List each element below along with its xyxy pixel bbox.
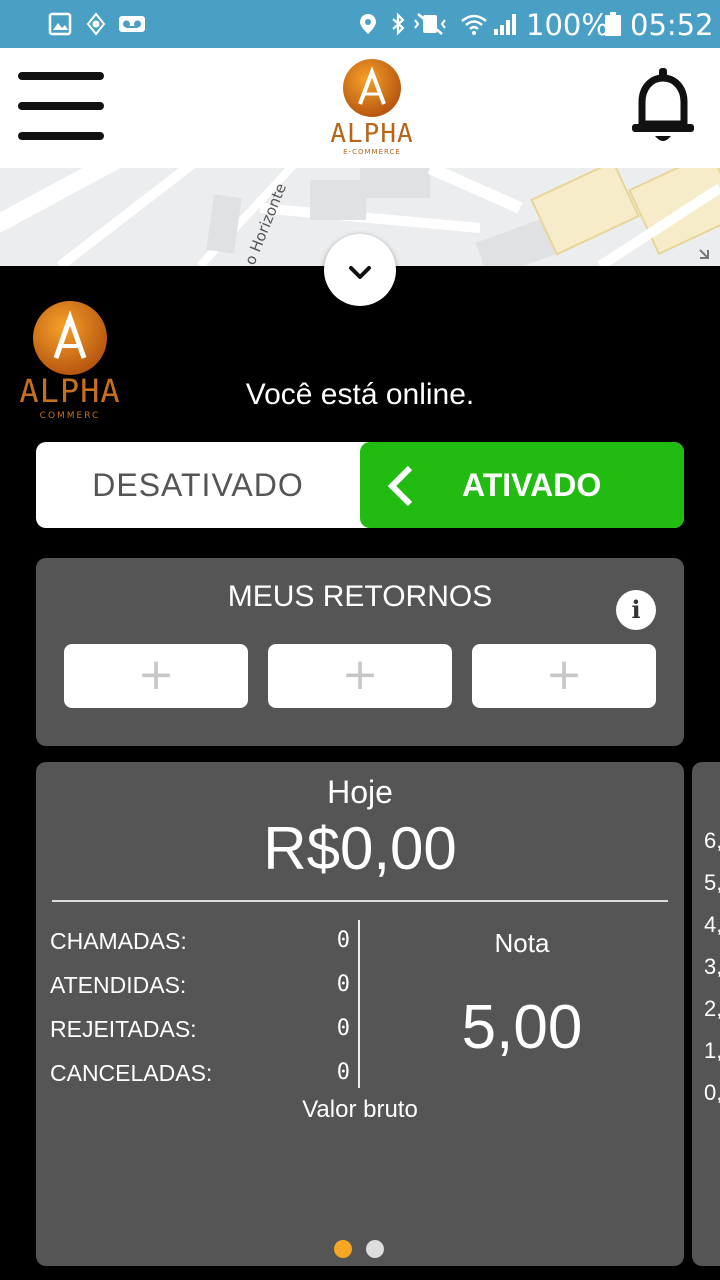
app-header: ALPHA E-COMMERCE [0,48,720,168]
pager-dot-active[interactable] [334,1240,352,1258]
divider [52,900,668,902]
returns-card: MEUS RETORNOS i + + + [36,558,684,746]
vertical-divider [358,920,360,1088]
axis-label: 0, [704,1080,720,1105]
stat-value: 0 [336,972,350,997]
hamburger-line [18,72,104,80]
signal-icon [494,14,516,35]
stat-label: CANCELADAS: [50,1060,213,1086]
next-card-peek[interactable]: 6, 5, 4, 3, 2, 1, 0, [692,762,720,1266]
wifi-icon [461,14,487,35]
today-title: Hoje [327,774,393,810]
rating-label: Nota [494,928,550,958]
stat-value: 0 [336,1016,350,1041]
menu-button[interactable] [18,70,104,144]
stat-label: ATENDIDAS: [50,972,187,998]
clock: 05:52 [630,8,714,42]
stat-value: 0 [336,928,350,953]
status-bar: 100% 05:52 [0,0,720,48]
axis-label: 1, [704,1038,720,1063]
hamburger-line [18,102,104,110]
location-pin-icon [360,14,376,34]
returns-title: MEUS RETORNOS [227,580,493,613]
logo-text: ALPHA [330,119,413,149]
stat-row-answered: ATENDIDAS: 0 [50,972,350,1012]
collapse-panel-button[interactable] [324,234,396,306]
axis-label: 5, [704,870,720,895]
today-amount: R$0,00 [263,815,457,882]
gallery-icon [48,12,72,36]
axis-label: 6, [704,828,720,853]
hamburger-line [18,132,104,140]
axis-label: 4, [704,912,720,937]
voicemail-icon [119,16,145,32]
toggle-on-segment[interactable]: ATIVADO [360,442,684,528]
stat-label: REJEITADAS: [50,1016,197,1042]
axis-label: 2, [704,996,720,1021]
online-status-message: Você está online. [245,378,475,411]
info-icon[interactable]: i [616,590,656,630]
toggle-on-label: ATIVADO [462,467,602,503]
logo-subtext: E-COMMERCE [343,148,401,156]
rating-value: 5,00 [461,993,583,1062]
pager-dots[interactable] [36,1240,684,1260]
notifications-bell-icon[interactable] [630,66,696,146]
stat-row-rejected: REJEITADAS: 0 [50,1016,350,1056]
vibrate-mute-icon [414,13,446,35]
chevron-left-icon [387,466,413,506]
stat-row-calls: CHAMADAS: 0 [50,928,350,968]
stat-value: 0 [336,1060,350,1085]
bluetooth-icon [392,12,405,36]
alpha-logo: ALPHA E-COMMERCE [320,58,424,158]
pager-dot[interactable] [366,1240,384,1258]
return-slot-2[interactable]: + [268,644,452,708]
chevron-down-icon [349,266,371,279]
availability-toggle[interactable]: DESATIVADO ATIVADO [36,442,684,528]
stat-row-cancelled: CANCELADAS: 0 [50,1060,350,1100]
battery-percent: 100% [526,8,609,42]
axis-label: 3, [704,954,720,979]
location-target-icon [86,12,106,36]
today-summary-card[interactable]: Hoje R$0,00 CHAMADAS: 0 ATENDIDAS: 0 REJ… [36,762,684,1266]
stat-label: CHAMADAS: [50,928,187,954]
battery-icon [605,12,621,36]
side-logo-subtext: COMMERC [40,411,101,421]
return-slot-1[interactable]: + [64,644,248,708]
return-slot-3[interactable]: + [472,644,656,708]
toggle-off-label[interactable]: DESATIVADO [36,442,360,528]
gross-value-label: Valor bruto [302,1096,418,1123]
